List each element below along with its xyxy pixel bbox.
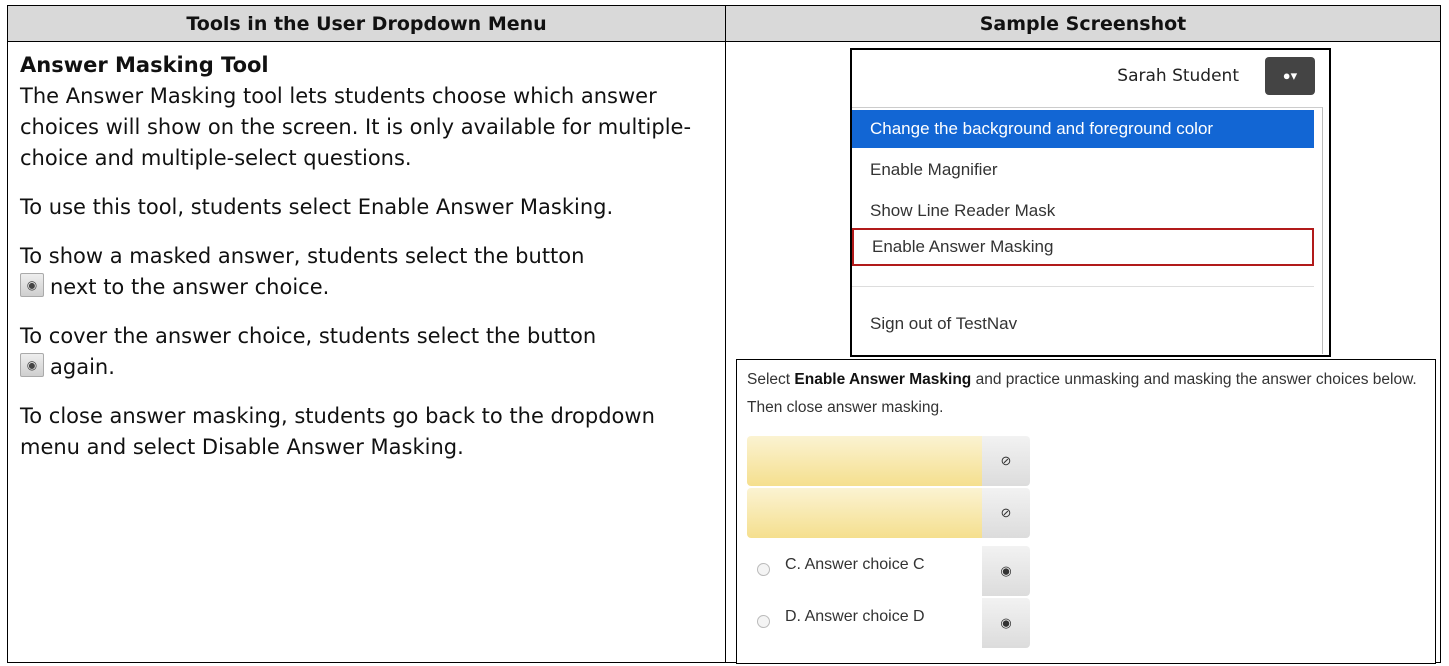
answer-radio[interactable] — [757, 563, 770, 576]
answer-row-b: ⊘ — [747, 488, 1037, 538]
user-icon: ●▾ — [1282, 68, 1298, 83]
header-tools: Tools in the User Dropdown Menu — [7, 5, 726, 42]
mask-button[interactable]: ◉ — [982, 598, 1030, 648]
answer-mask — [747, 488, 982, 538]
step-close: To close answer masking, students go bac… — [20, 404, 655, 459]
menu-item-sign-out[interactable]: Sign out of TestNav — [852, 305, 1314, 343]
user-menu-button[interactable]: ●▾ — [1265, 57, 1315, 95]
user-dropdown-menu: Change the background and foreground col… — [852, 107, 1323, 354]
step-enable: To use this tool, students select Enable… — [20, 195, 614, 219]
answer-label: D. Answer choice D — [785, 608, 925, 625]
tool-heading: Answer Masking Tool — [20, 53, 269, 77]
menu-divider — [852, 286, 1314, 287]
practice-screenshot: Select Enable Answer Masking and practic… — [736, 359, 1436, 664]
tool-description-cell: Answer Masking Tool The Answer Masking t… — [7, 41, 726, 663]
menu-item-magnifier[interactable]: Enable Magnifier — [852, 151, 1314, 189]
practice-instruction: Select Enable Answer Masking and practic… — [747, 366, 1427, 422]
header-screenshot: Sample Screenshot — [725, 5, 1441, 42]
dropdown-screenshot: Sarah Student ●▾ Change the background a… — [850, 48, 1331, 357]
answer-radio[interactable] — [757, 615, 770, 628]
answer-row-d: D. Answer choice D ◉ — [747, 598, 1037, 648]
answer-row-a: ⊘ — [747, 436, 1037, 486]
answer-label: C. Answer choice C — [785, 556, 925, 573]
instruction-pre: Select — [747, 371, 795, 388]
eye-slash-icon: ⊘ — [1000, 453, 1012, 468]
eye-icon: ◉ — [1000, 615, 1012, 630]
user-name: Sarah Student — [1117, 66, 1239, 86]
unmask-button[interactable]: ⊘ — [982, 488, 1030, 538]
step-show: To show a masked answer, students select… — [20, 241, 715, 303]
mask-button[interactable]: ◉ — [982, 546, 1030, 596]
step-cover-text-a: To cover the answer choice, students sel… — [20, 324, 597, 348]
instruction-bold: Enable Answer Masking — [794, 371, 972, 388]
eye-icon: ◉ — [1000, 563, 1012, 578]
step-cover: To cover the answer choice, students sel… — [20, 321, 715, 383]
step-cover-text-b: again. — [50, 355, 115, 379]
eye-slash-button-icon: ◉ — [20, 273, 44, 297]
tool-intro: The Answer Masking tool lets students ch… — [20, 84, 692, 170]
menu-item-color[interactable]: Change the background and foreground col… — [852, 110, 1314, 148]
menu-item-answer-masking[interactable]: Enable Answer Masking — [852, 228, 1314, 266]
eye-slash-icon: ⊘ — [1000, 505, 1012, 520]
eye-button-icon: ◉ — [20, 353, 44, 377]
unmask-button[interactable]: ⊘ — [982, 436, 1030, 486]
step-show-text-a: To show a masked answer, students select… — [20, 244, 585, 268]
menu-item-line-reader[interactable]: Show Line Reader Mask — [852, 192, 1314, 230]
step-show-text-b: next to the answer choice. — [50, 275, 330, 299]
answer-row-c: C. Answer choice C ◉ — [747, 546, 1037, 596]
answer-mask — [747, 436, 982, 486]
